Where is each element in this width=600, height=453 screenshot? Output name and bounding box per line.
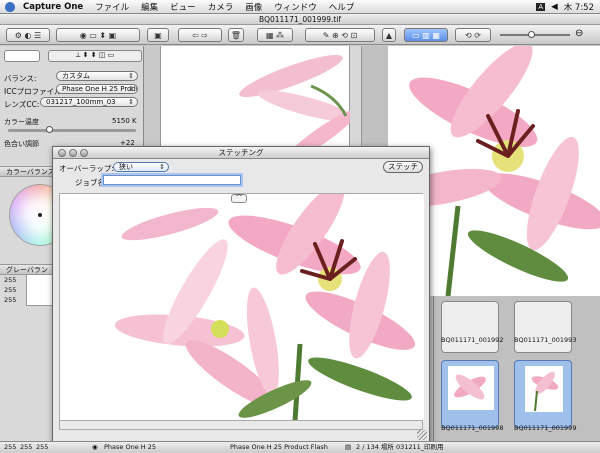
volume-icon[interactable]: ◀ [551,2,558,12]
status-folder-icon: ▤ [345,443,352,451]
menu-window[interactable]: ウィンドウ [268,1,323,13]
status-g: 255 [20,443,33,451]
panel-tool-tabs[interactable] [4,50,40,62]
menu-file[interactable]: ファイル [89,1,135,13]
dialog-minimize-icon[interactable] [69,149,77,157]
view-mode[interactable]: ▭ ▥ ▦ [404,28,448,42]
capture-buttons[interactable]: ◉ ▭ ⬍ ▣ [56,28,140,42]
thumbnail-1998-image [448,366,494,410]
overlap-select[interactable]: 狭い [113,162,169,172]
color-temp-value: 5150 K [112,117,137,125]
thumbnail-1999-image [525,366,563,412]
color-temp-knob[interactable] [46,126,53,133]
tools-icon: ⚙ ◐ ☰ [14,30,42,40]
process-buttons[interactable]: ▦ ⁂ [257,28,293,42]
thumbnail-label-1992: BQ011171_001992 [441,336,504,344]
grey-values: 255 255 255 [4,275,16,305]
panel-tool-icons[interactable]: ⟂ ⬍ ⬍ ◫ ▭ [48,50,142,62]
zoom-slider[interactable] [500,31,570,38]
input-method-badge[interactable]: A [536,2,546,11]
nav-arrows[interactable]: ⇦ ⇨ [178,28,222,42]
trash-icon: 🗑 [230,30,242,40]
rotate-icon: ⟲ ⟳ [465,30,481,40]
thumbnail-label-1993: BQ011171_001993 [514,336,577,344]
dialog-titlebar[interactable]: ステッチング [53,147,429,159]
thumbnail-1993[interactable] [514,301,572,353]
status-b: 255 [36,443,49,451]
flag-icon: ▲ [385,30,393,40]
dialog-close-icon[interactable] [58,149,66,157]
window-title: BQ011171_001999.tif [0,14,600,25]
status-icc: Phase One H 25 Product Flash [230,443,328,451]
menu-image[interactable]: 画像 [239,1,268,13]
thumbnail-label-1999: BQ011171_001999 [514,424,577,432]
status-camera: Phase One H 25 [104,443,156,451]
camera-status-icon: ◉ [92,443,98,451]
flag-button[interactable]: ▲ [382,28,396,42]
lens-label: レンズCC: [4,100,40,109]
color-wheel-picker[interactable] [38,213,42,217]
zoom-icon[interactable]: ⊖ [575,28,583,39]
color-temp-label: カラー温度 [4,118,39,126]
dialog-resize-handle[interactable] [417,430,427,440]
cursor-icons: ✎ ⊕ ⟲ ⊡ [322,30,358,40]
tint-label: 色合い調節 [4,140,39,148]
grey-value-r: 255 [4,276,17,284]
menu-app[interactable]: Capture One [17,2,89,12]
camera-icon: ▣ [154,30,162,40]
icc-select[interactable]: Phase One H 25 Product [56,84,138,94]
color-temp-slider[interactable] [8,126,136,133]
thumbnail-1992[interactable] [441,301,499,353]
lens-select[interactable]: 031217_100mm_03 [40,97,138,107]
status-r: 255 [4,443,17,451]
camera-button[interactable]: ▣ [147,28,169,42]
preview-scrollbar[interactable] [59,420,423,430]
menu-camera[interactable]: カメラ [202,1,240,13]
capture-icons: ◉ ▭ ⬍ ▣ [79,30,117,40]
job-name-input[interactable] [103,175,241,185]
menu-edit[interactable]: 編集 [135,1,164,13]
stitch-preview-image [60,182,424,422]
grey-balance-label: グレーバラン [6,266,48,274]
stitching-dialog: ステッチング オーバーラップ: 狭い ステッチ ジョブ名: [52,146,430,443]
view-icons: ▭ ▥ ▦ [412,30,440,40]
status-bar: 255 255 255 ◉ Phase One H 25 Phase One H… [0,441,600,453]
preview-toggle-icon[interactable]: ⌒ [231,194,247,203]
dialog-zoom-icon[interactable] [80,149,88,157]
balance-select[interactable]: カスタム [56,71,138,81]
thumbnail-1998[interactable] [441,360,499,428]
arrows-icon: ⇦ ⇨ [192,30,208,40]
thumbnail-browser[interactable]: BQ011171_001992 BQ011171_001993 BQ011171… [433,296,600,442]
grey-value-b: 255 [4,296,17,304]
menu-bar: Capture One ファイル 編集 ビュー カメラ 画像 ウィンドウ ヘルプ… [0,0,600,14]
status-count: 2 / 134 場所 031211_印刷用 [356,443,444,451]
overlap-label: オーバーラップ: [59,164,114,173]
stitch-preview[interactable] [59,182,424,422]
cursor-tools[interactable]: ✎ ⊕ ⟲ ⊡ [305,28,375,42]
panel-tabs[interactable]: ⚙ ◐ ☰ [6,28,50,42]
apple-menu-icon[interactable] [5,1,15,12]
clock[interactable]: 木 7:52 [564,1,594,13]
grey-value-g: 255 [4,286,17,294]
process-icon: ▦ ⁂ [265,30,285,40]
menu-help[interactable]: ヘルプ [323,1,361,13]
thumbnail-1999[interactable] [514,360,572,428]
zoom-slider-knob[interactable] [528,31,535,38]
dialog-title: ステッチング [218,148,264,157]
stitch-button[interactable]: ステッチ [383,161,423,173]
trash-button[interactable]: 🗑 [228,28,244,42]
balance-label: バランス: [4,74,37,83]
main-toolbar: ⚙ ◐ ☰ ◉ ▭ ⬍ ▣ ▣ ⇦ ⇨ 🗑 ▦ ⁂ ✎ ⊕ ⟲ ⊡ ▲ ▭ ▥ … [0,25,600,45]
menu-view[interactable]: ビュー [164,1,202,13]
rotate-buttons[interactable]: ⟲ ⟳ [455,28,491,42]
thumbnail-label-1998: BQ011171_001998 [441,424,504,432]
